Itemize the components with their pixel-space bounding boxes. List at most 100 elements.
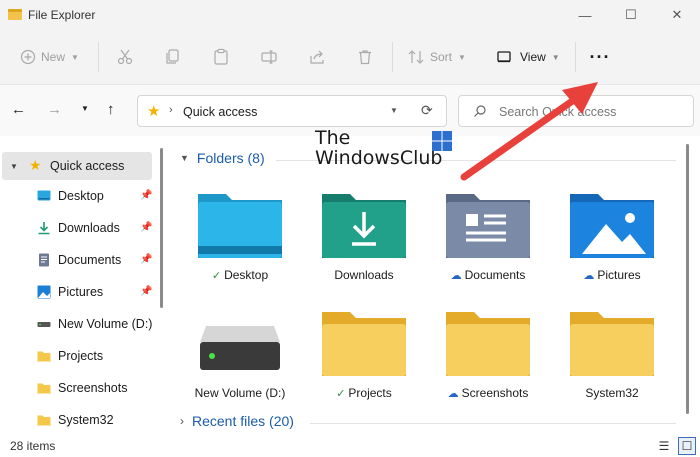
search-input[interactable]: Search Quick access bbox=[499, 105, 616, 119]
maximize-button[interactable]: ☐ bbox=[608, 0, 654, 30]
details-view-button[interactable]: ☰ bbox=[655, 437, 673, 455]
close-button[interactable]: ✕ bbox=[654, 0, 700, 30]
copy-button[interactable] bbox=[164, 44, 182, 70]
view-button[interactable]: View ▼ bbox=[496, 44, 560, 70]
delete-button[interactable] bbox=[356, 44, 374, 70]
desktop-folder-icon bbox=[198, 194, 282, 258]
item-count: 28 items bbox=[10, 439, 56, 453]
divider bbox=[575, 42, 576, 72]
minimize-button[interactable]: — bbox=[562, 0, 608, 30]
sidebar-item-label: Quick access bbox=[50, 159, 125, 173]
sidebar-item-quick-access[interactable]: ▼ ★ Quick access bbox=[2, 152, 152, 180]
sidebar-item-pictures[interactable]: Pictures 📌 bbox=[0, 278, 154, 306]
cloud-icon: ☁ bbox=[447, 388, 459, 400]
expand-chevron-icon[interactable]: › bbox=[180, 414, 184, 428]
folder-icon bbox=[37, 415, 51, 426]
folder-tile-screenshots[interactable]: ☁ Screenshots bbox=[426, 300, 550, 416]
chevron-down-icon: ▼ bbox=[551, 52, 560, 62]
search-box[interactable]: Search Quick access bbox=[458, 95, 694, 127]
sort-button[interactable]: Sort ▼ bbox=[407, 44, 466, 70]
command-bar: New ▼ Sort ▼ View ▼ ··· bbox=[0, 30, 700, 84]
pin-icon[interactable]: 📌 bbox=[140, 254, 152, 265]
sidebar-item-system32[interactable]: System32 bbox=[0, 406, 154, 434]
window-title: File Explorer bbox=[28, 8, 96, 22]
sidebar-item-label: Documents bbox=[58, 253, 122, 267]
sidebar-item-downloads[interactable]: Downloads 📌 bbox=[0, 214, 154, 242]
address-bar[interactable]: ★ › Quick access ▼ ⟳ bbox=[137, 95, 447, 127]
search-icon bbox=[474, 105, 486, 117]
back-arrow-icon[interactable]: ← bbox=[11, 101, 26, 118]
clipboard-icon bbox=[214, 48, 228, 65]
pin-icon[interactable]: 📌 bbox=[140, 190, 152, 201]
recent-locations-chevron-icon[interactable]: ▼ bbox=[81, 104, 89, 113]
sidebar-item-desktop[interactable]: Desktop 📌 bbox=[0, 182, 154, 210]
folder-label: System32 bbox=[585, 386, 639, 400]
share-button[interactable] bbox=[308, 44, 326, 70]
copy-icon bbox=[166, 49, 179, 64]
status-bar: 28 items ☰ ☐ bbox=[0, 435, 700, 457]
folder-tile-documents[interactable]: ☁ Documents bbox=[426, 182, 550, 298]
view-label: View bbox=[520, 50, 546, 64]
pin-icon[interactable]: 📌 bbox=[140, 222, 152, 233]
windows-logo-icon bbox=[432, 131, 452, 151]
refresh-icon[interactable]: ⟳ bbox=[421, 102, 433, 119]
recent-files-section-header[interactable]: › Recent files (20) bbox=[180, 413, 294, 429]
folder-icon bbox=[37, 383, 51, 394]
pictures-folder-icon bbox=[570, 194, 654, 258]
sidebar-item-screenshots[interactable]: Screenshots bbox=[0, 374, 154, 402]
address-location[interactable]: Quick access bbox=[183, 105, 257, 119]
watermark-line2: WindowsClub bbox=[315, 147, 443, 169]
downloads-folder-icon bbox=[322, 194, 406, 258]
sidebar-item-label: Pictures bbox=[58, 285, 104, 299]
cloud-icon: ☁ bbox=[450, 270, 462, 282]
new-label: New bbox=[41, 50, 66, 64]
sort-icon bbox=[408, 50, 424, 64]
folder-tile-pictures[interactable]: ☁ Pictures bbox=[550, 182, 674, 298]
sidebar-scrollbar[interactable] bbox=[160, 148, 163, 308]
folder-tile-downloads[interactable]: Downloads bbox=[302, 182, 426, 298]
folder-tile-system32[interactable]: System32 bbox=[550, 300, 674, 416]
sort-label: Sort bbox=[430, 50, 453, 64]
divider bbox=[392, 42, 393, 72]
sidebar-item-label: Projects bbox=[58, 349, 104, 363]
address-history-chevron-icon[interactable]: ▼ bbox=[390, 106, 398, 115]
content-scrollbar[interactable] bbox=[686, 144, 689, 414]
tiles-view-button[interactable]: ☐ bbox=[678, 437, 696, 455]
desktop-icon bbox=[37, 190, 51, 201]
documents-folder-icon bbox=[446, 194, 530, 258]
paste-button[interactable] bbox=[212, 44, 230, 70]
folder-tile-projects[interactable]: ✓ Projects bbox=[302, 300, 426, 416]
see-more-button[interactable]: ··· bbox=[585, 44, 615, 70]
document-icon bbox=[39, 253, 49, 267]
folder-tile-desktop[interactable]: ✓ Desktop bbox=[178, 182, 302, 298]
folder-label: ✓ Projects bbox=[336, 386, 392, 400]
navigation-pane: ▼ ★ Quick access Desktop 📌 Downloads 📌 D… bbox=[0, 136, 168, 435]
divider bbox=[310, 423, 676, 424]
folder-label: New Volume (D:) bbox=[194, 386, 286, 400]
star-icon: ★ bbox=[147, 103, 161, 120]
folder-icon bbox=[322, 312, 406, 376]
sidebar-item-projects[interactable]: Projects bbox=[0, 342, 154, 370]
drive-icon bbox=[200, 326, 280, 370]
star-icon: ★ bbox=[29, 157, 42, 173]
sidebar-item-label: New Volume (D:) bbox=[58, 317, 153, 331]
rename-button[interactable] bbox=[260, 44, 278, 70]
folder-icon bbox=[570, 312, 654, 376]
up-arrow-icon[interactable]: ↑ bbox=[107, 101, 115, 118]
forward-arrow-icon[interactable]: → bbox=[47, 101, 62, 118]
collapse-chevron-icon[interactable]: ▼ bbox=[180, 153, 189, 163]
share-icon bbox=[310, 50, 324, 64]
new-button[interactable]: New ▼ bbox=[20, 44, 79, 70]
sidebar-item-documents[interactable]: Documents 📌 bbox=[0, 246, 154, 274]
view-icon bbox=[497, 51, 511, 63]
drive-tile-new-volume[interactable]: New Volume (D:) bbox=[178, 300, 302, 416]
folders-section-header[interactable]: ▼ Folders (8) bbox=[180, 150, 265, 166]
folder-label: ☁ Screenshots bbox=[447, 386, 529, 400]
pin-icon[interactable]: 📌 bbox=[140, 286, 152, 297]
synced-check-icon: ✓ bbox=[336, 388, 346, 400]
sidebar-item-label: Screenshots bbox=[58, 381, 128, 395]
cut-button[interactable] bbox=[116, 44, 134, 70]
rename-icon bbox=[261, 50, 277, 64]
expand-chevron-icon[interactable]: ▼ bbox=[10, 162, 18, 171]
sidebar-item-new-volume[interactable]: New Volume (D:) bbox=[0, 310, 154, 338]
